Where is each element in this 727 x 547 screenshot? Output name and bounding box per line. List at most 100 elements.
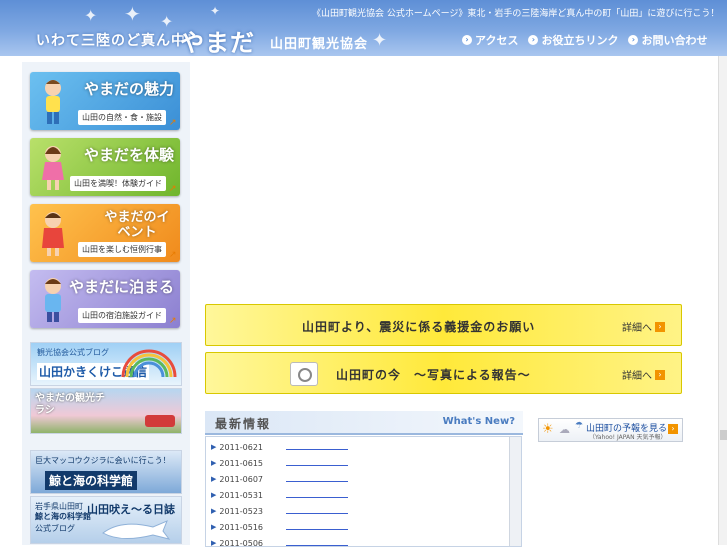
news-item[interactable]: ▶ 2011-0523 <box>206 503 521 519</box>
child-figure-icon <box>36 276 70 324</box>
nav-links-label: お役立ちリンク <box>541 32 618 48</box>
menu-miryoku-title: やまだの魅力 <box>84 78 174 99</box>
corner-arrow-icon: ↗ <box>169 251 178 260</box>
news-item[interactable]: ▶ 2011-0607 <box>206 471 521 487</box>
umbrella-icon: ☂ <box>575 421 583 431</box>
donation-notice-text: 山田町より、震災に係る義援金のお願い <box>302 318 535 335</box>
news-link-underline[interactable] <box>286 545 348 546</box>
bullet-triangle-icon: ▶ <box>211 459 216 467</box>
news-item[interactable]: ▶ 2011-0516 <box>206 519 521 535</box>
news-date: 2011-0621 <box>219 443 263 452</box>
photo-report-detail-label: 詳細へ <box>622 367 652 382</box>
header-topline: 《山田町観光協会 公式ホームページ》東北・岩手の三陸海岸ど真ん中の町「山田」に遊… <box>312 6 719 19</box>
site-logo[interactable]: やまだ <box>180 23 255 56</box>
news-scrollbar[interactable] <box>509 437 521 546</box>
menu-tomaru[interactable]: やまだに泊まる 山田の宿泊施設ガイド ↗ <box>30 270 180 328</box>
nikki-banner-title: 山田吠え～る日誌 <box>87 501 175 517</box>
nikki-banner[interactable]: 岩手県山田町 鯨と海の科学館 公式ブログ 山田吠え～る日誌 <box>30 496 182 544</box>
donation-detail-label: 詳細へ <box>622 319 652 334</box>
corner-arrow-icon: ↗ <box>169 317 178 326</box>
arrow-right-icon: › <box>462 35 472 45</box>
nav-contact[interactable]: › お問い合わせ <box>628 32 707 48</box>
arrow-right-icon: › <box>628 35 638 45</box>
bullet-triangle-icon: ▶ <box>211 475 216 483</box>
menu-taiken[interactable]: やまだを体験 山田を満喫！体験ガイド ↗ <box>30 138 180 196</box>
top-navigation: › アクセス › お役立ちリンク › お問い合わせ <box>462 32 707 48</box>
news-item[interactable]: ▶ 2011-0621 <box>206 439 521 455</box>
arrow-right-icon: › <box>668 424 678 434</box>
nav-links[interactable]: › お役立ちリンク <box>528 32 618 48</box>
news-list[interactable]: ▶ 2011-0621 ▶ 2011-0615 ▶ 2011-0607 ▶ 20… <box>205 436 522 547</box>
main-visual-area <box>205 62 695 294</box>
whats-new-label: What's New? <box>443 416 515 427</box>
bullet-triangle-icon: ▶ <box>211 443 216 451</box>
news-date: 2011-0615 <box>219 459 263 468</box>
bullet-triangle-icon: ▶ <box>211 507 216 515</box>
child-figure-icon <box>36 210 70 258</box>
news-link-underline[interactable] <box>286 529 348 530</box>
organization-name: 山田町観光協会 <box>270 33 368 52</box>
photo-report-detail-link[interactable]: 詳細へ › <box>622 367 665 382</box>
nikki-banner-mid: 鯨と海の科学館 <box>35 511 91 522</box>
seagull-icon: ✦ <box>124 2 141 26</box>
nav-access[interactable]: › アクセス <box>462 32 518 48</box>
news-item[interactable]: ▶ 2011-0615 <box>206 455 521 471</box>
seagull-icon: ✦ <box>372 30 387 51</box>
news-item[interactable]: ▶ 2011-0506 <box>206 535 521 547</box>
child-figure-icon <box>36 78 70 126</box>
blog-banner-small: 観光協会公式ブログ <box>37 347 109 358</box>
camera-icon <box>290 362 318 386</box>
bullet-triangle-icon: ▶ <box>211 523 216 531</box>
menu-tomaru-title: やまだに泊まる <box>69 276 174 297</box>
nikki-banner-blog: 公式ブログ <box>35 523 75 534</box>
left-sidebar: やまだの魅力 山田の自然・食・施設 ↗ やまだを体験 山田を満喫！体験ガイド ↗… <box>22 62 190 545</box>
whale-icon <box>101 519 171 541</box>
sun-icon: ☀ <box>542 422 554 437</box>
menu-event[interactable]: やまだのイベント 山田を楽しむ恒例行事 ↗ <box>30 204 180 262</box>
header-tagline: いわて三陸のど真ん中！ <box>36 30 201 50</box>
nav-contact-label: お問い合わせ <box>641 32 707 48</box>
seagull-icon: ✦ <box>210 4 220 18</box>
news-link-underline[interactable] <box>286 497 348 498</box>
weather-source: （Yahoo! JAPAN 天気予報） <box>589 432 666 441</box>
scrollbar-thumb[interactable] <box>720 430 727 440</box>
news-date: 2011-0607 <box>219 475 263 484</box>
news-link-underline[interactable] <box>286 481 348 482</box>
menu-tomaru-sub: 山田の宿泊施設ガイド <box>78 308 166 323</box>
news-item[interactable]: ▶ 2011-0531 <box>206 487 521 503</box>
photo-report-text: 山田町の今 ～写真による報告～ <box>336 366 531 383</box>
news-link-underline[interactable] <box>286 513 348 514</box>
bullet-triangle-icon: ▶ <box>211 539 216 547</box>
chirashi-banner[interactable]: やまだの観光チラシ <box>30 388 182 434</box>
arrow-right-icon: › <box>655 370 665 380</box>
kujira-banner-small: 巨大マッコウクジラに会いに行こう！ <box>35 455 171 466</box>
page-scrollbar[interactable] <box>718 56 727 545</box>
news-link-underline[interactable] <box>286 449 348 450</box>
kujira-banner[interactable]: 巨大マッコウクジラに会いに行こう！ 鯨と海の科学館 <box>30 450 182 494</box>
menu-miryoku-sub: 山田の自然・食・施設 <box>78 110 166 125</box>
nav-access-label: アクセス <box>475 32 518 48</box>
news-date: 2011-0531 <box>219 491 263 500</box>
menu-miryoku[interactable]: やまだの魅力 山田の自然・食・施設 ↗ <box>30 72 180 130</box>
seagull-icon: ✦ <box>84 6 97 25</box>
news-date: 2011-0523 <box>219 507 263 516</box>
news-date: 2011-0506 <box>219 539 263 547</box>
arrow-right-icon: › <box>655 322 665 332</box>
news-link-underline[interactable] <box>286 465 348 466</box>
donation-detail-link[interactable]: 詳細へ › <box>622 319 665 334</box>
donation-notice[interactable]: 山田町より、震災に係る義援金のお願い 詳細へ › <box>205 304 682 346</box>
blog-banner[interactable]: 観光協会公式ブログ 山田かきくけこ通信 <box>30 342 182 386</box>
weather-forecast-link[interactable]: ☀ ☁ ☂ 山田町の予報を見る （Yahoo! JAPAN 天気予報） › <box>538 418 683 442</box>
menu-taiken-title: やまだを体験 <box>84 144 174 165</box>
menu-event-sub: 山田を楽しむ恒例行事 <box>78 242 166 257</box>
photo-report-notice[interactable]: 山田町の今 ～写真による報告～ 詳細へ › <box>205 352 682 394</box>
site-header: ✦ ✦ ✦ ✦ ✦ 《山田町観光協会 公式ホームページ》東北・岩手の三陸海岸ど真… <box>0 0 727 56</box>
menu-taiken-sub: 山田を満喫！体験ガイド <box>70 176 166 191</box>
child-figure-icon <box>36 144 70 192</box>
arrow-right-icon: › <box>528 35 538 45</box>
corner-arrow-icon: ↗ <box>169 119 178 128</box>
news-title: 最新情報 <box>215 415 271 432</box>
car-icon <box>145 415 175 427</box>
bullet-triangle-icon: ▶ <box>211 491 216 499</box>
news-header: 最新情報 What's New? <box>205 411 523 435</box>
